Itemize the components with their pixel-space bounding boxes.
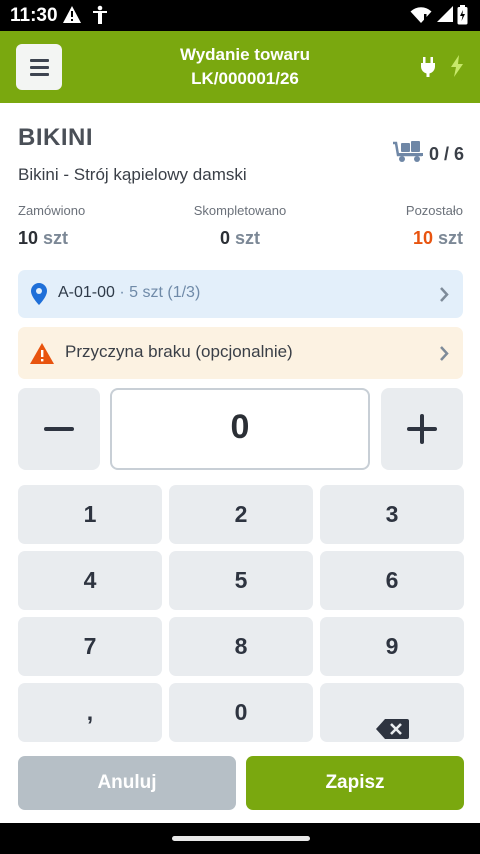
- accessibility-icon: [91, 5, 109, 30]
- alert-icon: [62, 5, 82, 29]
- save-button[interactable]: Zapisz: [246, 756, 464, 810]
- content: BIKINI Bikini - Strój kąpielowy damski 0…: [0, 103, 480, 823]
- stat-picked-unit: szt: [235, 228, 261, 248]
- location-qty: · 5 szt (1/3): [119, 284, 201, 301]
- location-pin-icon: [31, 283, 47, 310]
- page-title-line2: LK/000001/26: [191, 69, 299, 88]
- decrement-button[interactable]: [18, 388, 100, 470]
- shortage-reason-label: Przyczyna braku (opcjonalnie): [65, 342, 293, 361]
- menu-icon-bar: [30, 66, 49, 69]
- menu-icon-bar: [30, 73, 49, 76]
- stat-picked-label: Skompletowano: [193, 203, 287, 218]
- package-truck-icon: [392, 141, 424, 168]
- page-title-line1: Wydanie towaru: [179, 45, 311, 64]
- chevron-right-icon: [439, 346, 449, 366]
- key-backspace[interactable]: [320, 683, 464, 742]
- key-8[interactable]: 8: [169, 617, 313, 676]
- stat-picked-value: 0: [219, 228, 230, 248]
- signal-icon: [436, 5, 454, 28]
- status-bar: 11:30: [0, 0, 480, 31]
- app-bar: Wydanie towaru LK/000001/26: [0, 31, 480, 103]
- key-0[interactable]: 0: [169, 683, 313, 742]
- quantity-input[interactable]: 0: [110, 388, 370, 470]
- key-6[interactable]: 6: [320, 551, 464, 610]
- key-3[interactable]: 3: [320, 485, 464, 544]
- plus-icon-vertical: [420, 414, 424, 444]
- pack-count: 0 / 6: [428, 144, 464, 164]
- increment-button[interactable]: [381, 388, 463, 470]
- key-7[interactable]: 7: [18, 617, 162, 676]
- product-description: Bikini - Strój kąpielowy damski: [18, 165, 247, 184]
- minus-icon: [44, 427, 74, 431]
- key-comma[interactable]: ,: [18, 683, 162, 742]
- cancel-button[interactable]: Anuluj: [18, 756, 236, 810]
- warning-icon: [30, 343, 54, 369]
- location-row[interactable]: A-01-00 · 5 szt (1/3): [18, 270, 463, 318]
- key-2[interactable]: 2: [169, 485, 313, 544]
- key-9[interactable]: 9: [320, 617, 464, 676]
- stat-ordered-label: Zamówiono: [18, 203, 86, 218]
- key-1[interactable]: 1: [18, 485, 162, 544]
- stat-ordered-unit: szt: [43, 228, 69, 248]
- key-4[interactable]: 4: [18, 551, 162, 610]
- stat-remaining-label: Pozostało: [405, 203, 463, 218]
- status-time: 11:30: [10, 5, 58, 26]
- menu-button[interactable]: [16, 44, 62, 90]
- product-name: BIKINI: [18, 124, 93, 151]
- chevron-right-icon: [439, 287, 449, 307]
- stat-ordered: Zamówiono 10 szt: [18, 203, 85, 249]
- key-5[interactable]: 5: [169, 551, 313, 610]
- menu-icon: [30, 59, 49, 62]
- page-title: Wydanie towaru LK/000001/26: [120, 43, 370, 91]
- shortage-reason-row[interactable]: Przyczyna braku (opcjonalnie): [18, 327, 463, 379]
- location-code: A-01-00: [58, 284, 115, 301]
- stat-ordered-value: 10: [18, 228, 39, 248]
- wifi-icon: [410, 6, 432, 29]
- plug-icon: [419, 56, 437, 83]
- pack-counter: 0 / 6: [392, 141, 464, 168]
- stat-remaining: Pozostało 10 szt: [406, 203, 463, 249]
- backspace-icon: [376, 702, 409, 761]
- stat-remaining-unit: szt: [437, 228, 463, 248]
- navigation-bar: [0, 823, 480, 854]
- quantity-stepper: 0: [18, 388, 463, 470]
- home-gesture-handle[interactable]: [172, 836, 310, 841]
- stat-picked: Skompletowano 0 szt: [184, 203, 296, 249]
- battery-icon: [457, 5, 468, 30]
- stat-remaining-value: 10: [412, 228, 433, 248]
- bolt-icon: [450, 55, 464, 82]
